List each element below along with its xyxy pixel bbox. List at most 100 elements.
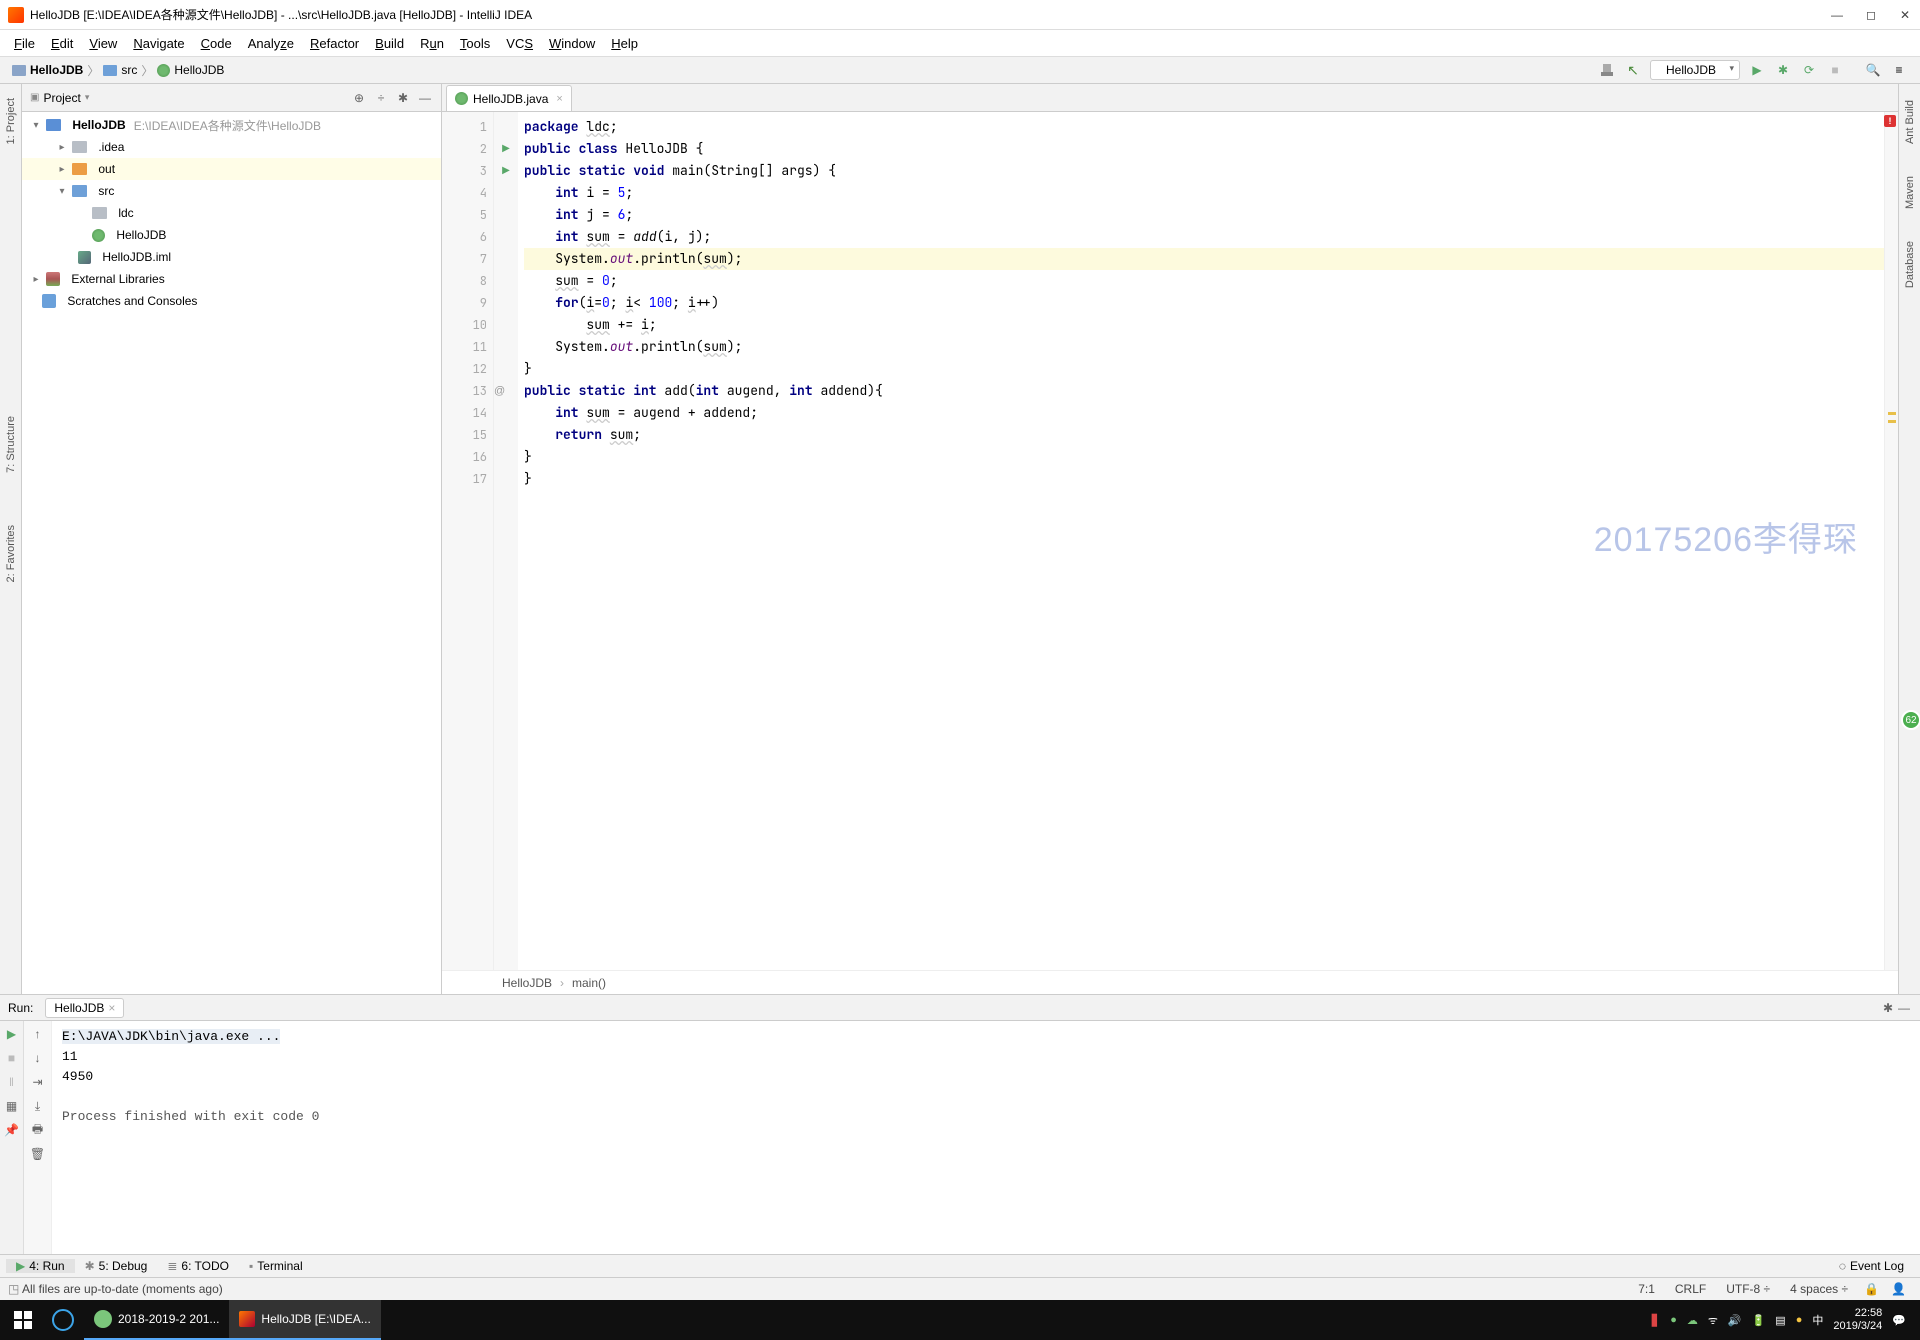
menu-navigate[interactable]: Navigate [125,33,192,54]
toolbtn-eventlog[interactable]: ◌Event Log [1829,1259,1914,1273]
down-icon[interactable]: ↓ [29,1049,47,1067]
indent[interactable]: 4 spaces ÷ [1790,1282,1848,1296]
tree-src[interactable]: ▾ src [22,180,441,202]
up-icon[interactable]: ↑ [29,1025,47,1043]
rail-project[interactable]: 1: Project [5,98,17,144]
close-button[interactable]: ✕ [1898,8,1912,22]
menu-help[interactable]: Help [603,33,646,54]
menu-run[interactable]: Run [412,33,452,54]
stop-icon[interactable]: ■ [3,1049,21,1067]
line-sep[interactable]: CRLF [1675,1282,1706,1296]
code-area[interactable]: 1234567891011121314151617 ▶▶ @ package l… [442,112,1898,970]
layout-icon[interactable]: ▦ [3,1097,21,1115]
tab-close-icon[interactable]: × [556,93,562,105]
print-icon[interactable]: 🖶 [29,1121,47,1139]
tray-icon[interactable]: 🔋 [1752,1314,1766,1327]
run-settings-icon[interactable]: ✱ [1880,1000,1896,1016]
menu-tools[interactable]: Tools [452,33,498,54]
run-config-selector[interactable]: HelloJDB [1650,60,1740,80]
error-badge-icon[interactable]: ! [1884,115,1896,127]
run-line-icon[interactable]: ▶ [494,138,518,160]
watermark: 20175206李得琛 [1594,512,1858,561]
collapse-icon[interactable]: ÷ [373,90,389,106]
tray-icon[interactable]: ☁ [1687,1314,1698,1327]
tray-icon[interactable]: 🔊 [1728,1314,1742,1327]
menu-build[interactable]: Build [367,33,412,54]
coverage-icon[interactable]: ⟳ [1797,58,1821,82]
menu-code[interactable]: Code [193,33,240,54]
task-edge[interactable] [42,1300,84,1340]
lock-icon[interactable]: 🔒 [1864,1282,1879,1296]
run-hide-icon[interactable]: — [1896,1000,1912,1016]
back-icon[interactable]: ↖ [1621,58,1645,82]
toolbtn-debug[interactable]: ✱5: Debug [75,1259,158,1273]
tree-root[interactable]: ▾ HelloJDBE:\IDEA\IDEA各种源文件\HelloJDB [22,114,441,136]
tray-icon[interactable]: ▤ [1775,1314,1785,1327]
build-icon[interactable] [1595,58,1619,82]
task-idea[interactable]: HelloJDB [E:\IDEA... [229,1300,380,1340]
floating-badge[interactable]: 62 [1901,710,1920,730]
toolbtn-todo[interactable]: ≣6: TODO [157,1259,239,1273]
breadcrumb-src[interactable]: src [99,63,141,77]
rail-antbuild[interactable]: Ant Build [1904,100,1916,144]
inspect-icon[interactable]: 👤 [1891,1282,1906,1296]
tree-scratch[interactable]: Scratches and Consoles [22,290,441,312]
tray-icon[interactable]: ● [1796,1314,1803,1326]
menu-edit[interactable]: Edit [43,33,81,54]
system-tray[interactable]: ▋ ● ☁ ᯤ 🔊 🔋 ▤ ● 中 22:582019/3/24 💬 [1652,1307,1916,1333]
run-icon[interactable]: ▶ [1745,58,1769,82]
start-button[interactable] [4,1300,42,1340]
menu-refactor[interactable]: Refactor [302,33,367,54]
caret-pos[interactable]: 7:1 [1638,1282,1655,1296]
left-tool-rail: 1: Project 7: Structure 2: Favorites [0,84,22,994]
menu-analyze[interactable]: Analyze [240,33,302,54]
rail-database[interactable]: Database [1904,241,1916,288]
rail-favorites[interactable]: 2: Favorites [5,525,17,582]
notification-icon[interactable]: 💬 [1892,1314,1906,1327]
pause-icon[interactable]: ‖ [3,1073,21,1091]
debug-icon[interactable]: ✱ [1771,58,1795,82]
tray-icon[interactable]: ▋ [1652,1314,1660,1327]
tree-out[interactable]: ▸ out [22,158,441,180]
breadcrumb-file[interactable]: HelloJDB [153,63,228,77]
console[interactable]: E:\JAVA\JDK\bin\java.exe ... 11 4950 Pro… [52,1021,1920,1254]
encoding[interactable]: UTF-8 ÷ [1726,1282,1770,1296]
ime-indicator[interactable]: 中 [1812,1312,1823,1328]
pin-icon[interactable]: 📌 [3,1121,21,1139]
locate-icon[interactable]: ⊕ [351,90,367,106]
tray-clock[interactable]: 22:582019/3/24 [1833,1307,1882,1333]
tree-extlib[interactable]: ▸ External Libraries [22,268,441,290]
structure-icon[interactable]: ≡ [1887,58,1911,82]
rail-maven[interactable]: Maven [1904,176,1916,209]
editor-breadcrumbs[interactable]: HelloJDB›main() [442,970,1898,994]
tray-icon[interactable]: ● [1670,1314,1677,1326]
tree-idea[interactable]: ▸ .idea [22,136,441,158]
toolbtn-terminal[interactable]: ▪Terminal [239,1259,313,1273]
task-browser[interactable]: 2018-2019-2 201... [84,1300,229,1340]
rail-structure[interactable]: 7: Structure [5,416,17,473]
tree-hello[interactable]: HelloJDB [22,224,441,246]
settings-icon[interactable]: ✱ [395,90,411,106]
editor-tab[interactable]: HelloJDB.java × [446,85,572,111]
tray-icon[interactable]: ᯤ [1708,1313,1718,1328]
stop-icon[interactable]: ■ [1823,58,1847,82]
minimize-button[interactable]: — [1830,8,1844,22]
tree-ldc[interactable]: ldc [22,202,441,224]
menu-file[interactable]: File [6,33,43,54]
error-stripe[interactable]: ! [1884,112,1898,970]
tree-iml[interactable]: HelloJDB.iml [22,246,441,268]
menu-view[interactable]: View [81,33,125,54]
scroll-icon[interactable]: ⤓ [29,1097,47,1115]
search-icon[interactable]: 🔍 [1861,58,1885,82]
run-tab[interactable]: HelloJDB× [45,998,124,1018]
toolbtn-run[interactable]: ▶4: Run [6,1259,75,1273]
maximize-button[interactable]: ◻ [1864,8,1878,22]
rerun-icon[interactable]: ▶ [3,1025,21,1043]
breadcrumb-root[interactable]: HelloJDB [8,63,87,77]
menu-window[interactable]: Window [541,33,603,54]
run-line-icon[interactable]: ▶ [494,160,518,182]
wrap-icon[interactable]: ⇥ [29,1073,47,1091]
trash-icon[interactable]: 🗑 [29,1145,47,1163]
menu-vcs[interactable]: VCS [498,33,541,54]
hide-icon[interactable]: — [417,90,433,106]
